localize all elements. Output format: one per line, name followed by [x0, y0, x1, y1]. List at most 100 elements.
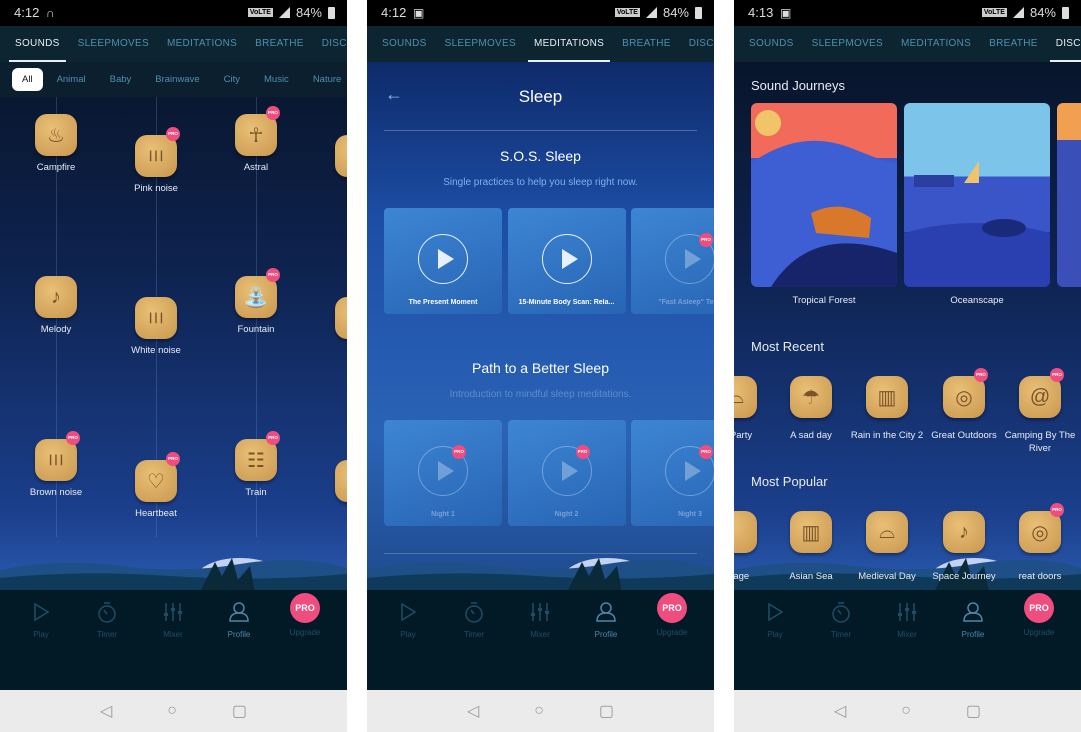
recents-icon[interactable]: ▢	[232, 701, 247, 721]
meditation-card[interactable]: "Fast Asleep" Tech PRO	[631, 208, 714, 314]
sliders-icon	[877, 600, 937, 624]
tab-sounds[interactable]: SOUNDS	[740, 26, 803, 62]
sound-journey-card[interactable]	[904, 103, 1050, 287]
sound-tile[interactable]: ⌓	[734, 376, 757, 418]
sound-tile[interactable]	[335, 460, 347, 502]
back-icon[interactable]: ◁	[467, 701, 479, 721]
sound-tile[interactable]: ♨	[35, 114, 77, 156]
nav-mixer[interactable]: Mixer	[143, 600, 203, 639]
sound-journey-card[interactable]	[751, 103, 897, 287]
back-icon[interactable]: ◁	[100, 701, 112, 721]
item-label: Pink noise	[134, 183, 178, 194]
heart-icon: ♡	[147, 470, 165, 493]
stopwatch-icon	[77, 600, 137, 624]
oceanscape-illustration	[904, 161, 1050, 287]
chip-brainwave[interactable]: Brainwave	[145, 68, 209, 91]
tab-sounds[interactable]: SOUNDS	[373, 26, 436, 62]
nav-timer[interactable]: Timer	[77, 600, 137, 639]
play-icon	[11, 600, 71, 624]
tab-meditations[interactable]: MEDITATIONS	[525, 26, 613, 62]
tab-sleepmoves[interactable]: SLEEPMOVES	[69, 26, 158, 62]
chip-city[interactable]: City	[214, 68, 250, 91]
tab-discover[interactable]: DISCOVER	[313, 26, 347, 62]
tab-sleepmoves[interactable]: SLEEPMOVES	[436, 26, 525, 62]
sound-tile[interactable]: ♡	[135, 460, 177, 502]
chip-all[interactable]: All	[12, 68, 43, 91]
sound-tile[interactable]: ♪	[35, 276, 77, 318]
item-label: Heartbeat	[135, 508, 177, 519]
sound-tile[interactable]: ⌓	[866, 511, 908, 553]
sound-tile[interactable]: ┃┃┃	[135, 297, 177, 339]
nav-upgrade[interactable]: PRO Upgrade	[642, 593, 702, 637]
battery-level: 84%	[1029, 5, 1056, 20]
tab-sleepmoves[interactable]: SLEEPMOVES	[803, 26, 892, 62]
dreamcatcher-icon: ◎	[1031, 521, 1049, 544]
chip-animal[interactable]: Animal	[47, 68, 96, 91]
tab-discover[interactable]: DISCOVER	[680, 26, 714, 62]
sound-tile[interactable]: ♪	[943, 511, 985, 553]
sliders-icon	[510, 600, 570, 624]
sound-tile[interactable]: ┃┃┃	[135, 135, 177, 177]
home-icon[interactable]: ○	[534, 702, 544, 720]
meditation-card[interactable]: The Present Moment	[384, 208, 502, 314]
battery-icon	[695, 6, 702, 19]
tab-sounds[interactable]: SOUNDS	[6, 26, 69, 62]
top-tabs: SOUNDSSLEEPMOVESMEDITATIONSBREATHEDISCOV…	[367, 26, 714, 62]
nav-label: Timer	[830, 630, 852, 639]
sound-tile[interactable]: ▥	[790, 511, 832, 553]
home-icon[interactable]: ○	[167, 702, 177, 720]
pro-badge: PRO	[699, 233, 713, 247]
sound-tile[interactable]	[335, 297, 347, 339]
sound-tile[interactable]: @	[1019, 376, 1061, 418]
tab-discover[interactable]: DISCOVER	[1047, 26, 1081, 62]
sound-tile[interactable]	[335, 135, 347, 177]
chip-music[interactable]: Music	[254, 68, 299, 91]
nav-timer[interactable]: Timer	[811, 600, 871, 639]
sound-tile[interactable]: ⛲	[235, 276, 277, 318]
meditation-card[interactable]: 15-Minute Body Scan: Rela...	[507, 208, 626, 314]
volte-icon: VoLTE	[614, 8, 640, 17]
tab-breathe[interactable]: BREATHE	[246, 26, 313, 62]
user-icon	[576, 600, 636, 624]
nav-mixer[interactable]: Mixer	[510, 600, 570, 639]
nav-play[interactable]: Play	[745, 600, 805, 639]
nav-profile[interactable]: Profile	[209, 600, 269, 639]
nav-profile[interactable]: Profile	[576, 600, 636, 639]
meditation-card[interactable]: Night 2 PRO	[507, 420, 626, 526]
tab-breathe[interactable]: BREATHE	[980, 26, 1047, 62]
item-label: Urb	[311, 507, 347, 520]
chip-nature[interactable]: Nature	[303, 68, 347, 91]
item-label: White noise	[131, 345, 181, 356]
sound-tile[interactable]: ◎	[943, 376, 985, 418]
sound-tile[interactable]	[734, 511, 757, 553]
sound-tile[interactable]: ☥	[235, 114, 277, 156]
nav-upgrade[interactable]: PRO Upgrade	[275, 593, 335, 637]
sound-tile[interactable]: ☷	[235, 439, 277, 481]
hat-icon: ⌓	[734, 385, 744, 408]
tab-meditations[interactable]: MEDITATIONS	[158, 26, 246, 62]
sound-tile[interactable]: ☂	[790, 376, 832, 418]
nav-profile[interactable]: Profile	[943, 600, 1003, 639]
meditation-card[interactable]: Night 1 PRO	[384, 420, 502, 526]
nav-upgrade[interactable]: PRO Upgrade	[1009, 593, 1069, 637]
back-icon[interactable]: ◁	[834, 701, 846, 721]
pro-badge: PRO	[974, 368, 988, 382]
nav-play[interactable]: Play	[11, 600, 71, 639]
nav-play[interactable]: Play	[378, 600, 438, 639]
tab-meditations[interactable]: MEDITATIONS	[892, 26, 980, 62]
sound-tile[interactable]: ▥	[866, 376, 908, 418]
sound-tile[interactable]: ◎	[1019, 511, 1061, 553]
chip-baby[interactable]: Baby	[100, 68, 142, 91]
nav-label: Profile	[961, 630, 985, 639]
recents-icon[interactable]: ▢	[599, 701, 614, 721]
nav-timer[interactable]: Timer	[444, 600, 504, 639]
meditation-card[interactable]: Night 3 PRO	[631, 420, 714, 526]
home-icon[interactable]: ○	[901, 702, 911, 720]
sound-journey-card[interactable]	[1057, 103, 1081, 287]
section-title: S.O.S. Sleep	[500, 148, 581, 164]
clock: 4:12	[381, 5, 407, 20]
tab-breathe[interactable]: BREATHE	[613, 26, 680, 62]
recents-icon[interactable]: ▢	[966, 701, 981, 721]
sound-tile[interactable]: ┃┃┃	[35, 439, 77, 481]
nav-mixer[interactable]: Mixer	[877, 600, 937, 639]
